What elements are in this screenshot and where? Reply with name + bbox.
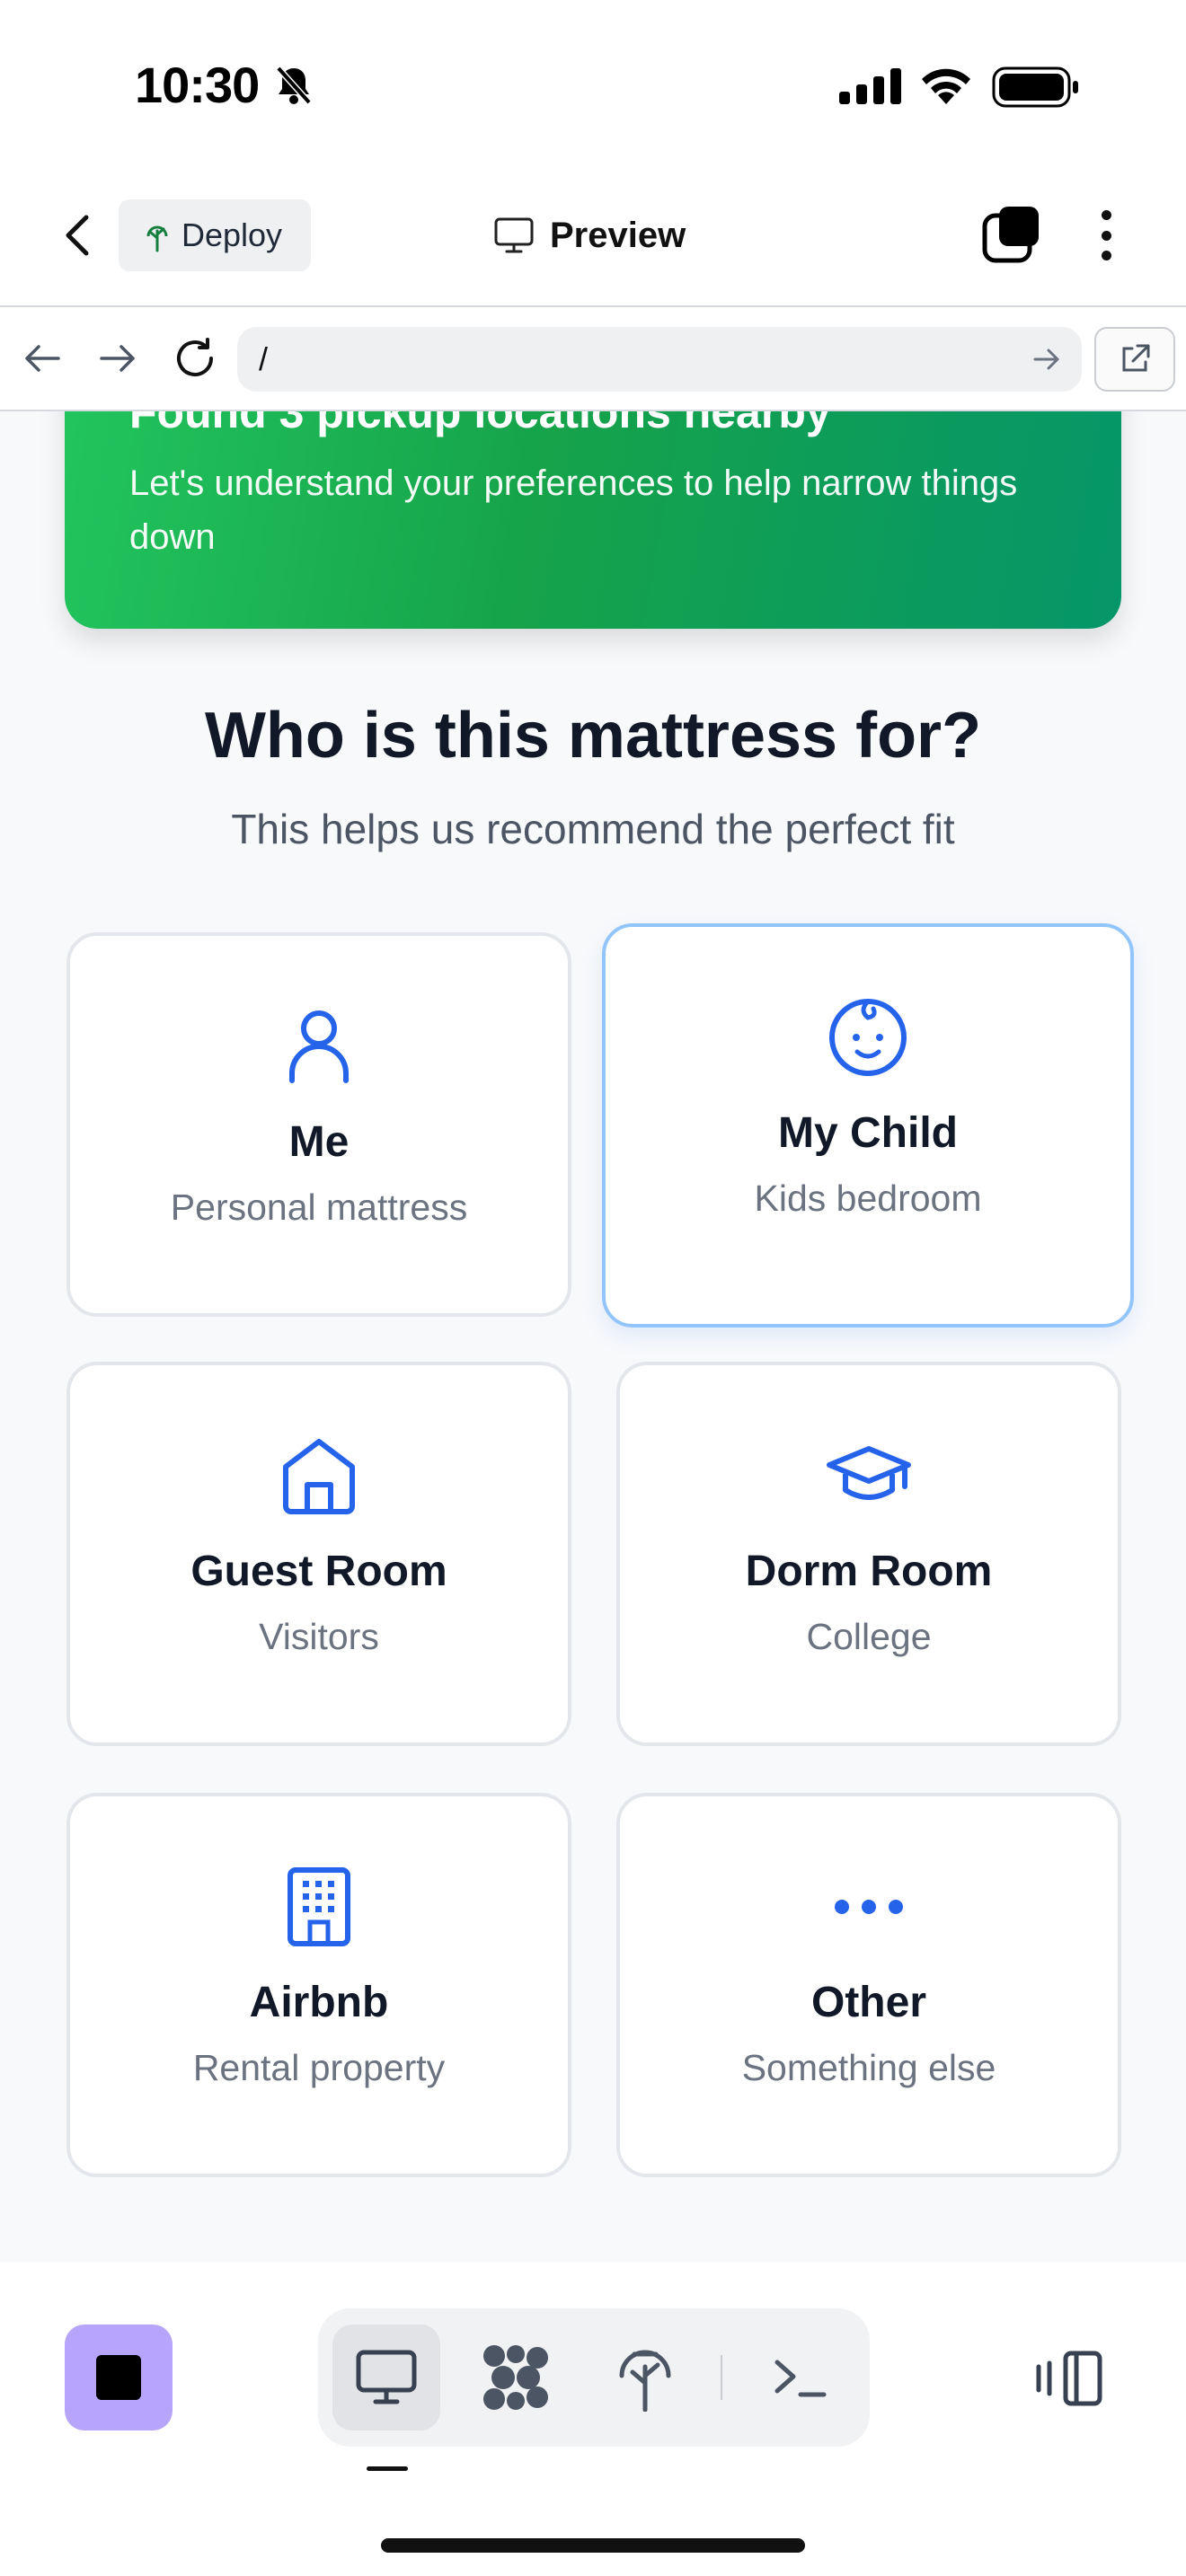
- preview-tool-button[interactable]: [332, 2325, 440, 2430]
- browser-back-button[interactable]: [16, 332, 68, 384]
- option-subtitle: Rental property: [192, 2047, 446, 2088]
- house-icon: [280, 1435, 358, 1516]
- question-title: Who is this mattress for?: [204, 700, 982, 772]
- status-clock: 10:30: [135, 57, 260, 113]
- stop-square-icon: [96, 2355, 141, 2400]
- option-title: Me: [288, 1118, 350, 1166]
- wifi-icon: [918, 65, 974, 110]
- question-subtitle: This helps us recommend the perfect fit: [231, 806, 955, 852]
- option-card-dorm-room[interactable]: Dorm Room College: [616, 1362, 1121, 1746]
- option-title: Dorm Room: [745, 1548, 993, 1595]
- puzzle-cluster-icon: [483, 2345, 548, 2410]
- page-content: Found 3 pickup locations nearby Let's un…: [0, 411, 1186, 2262]
- go-arrow-icon[interactable]: [1033, 348, 1060, 371]
- preview-title: Preview: [494, 208, 686, 262]
- option-subtitle: Kids bedroom: [754, 1178, 982, 1219]
- reload-icon: [177, 338, 213, 377]
- tool-divider: [721, 2355, 722, 2400]
- option-subtitle: Something else: [741, 2047, 996, 2088]
- url-field[interactable]: /: [237, 327, 1082, 392]
- tabs-button[interactable]: [981, 205, 1042, 266]
- pickup-banner: Found 3 pickup locations nearby Let's un…: [65, 411, 1121, 629]
- preview-title-text: Preview: [550, 215, 686, 255]
- building-icon: [287, 1866, 351, 1947]
- cellular-signal-icon: [839, 68, 902, 109]
- option-title: Airbnb: [249, 1979, 389, 2026]
- banner-title: Found 3 pickup locations nearby: [129, 411, 831, 437]
- person-icon: [287, 1006, 351, 1087]
- terminal-icon: [774, 2360, 827, 2397]
- option-title: Other: [810, 1979, 926, 2026]
- terminal-tool-button[interactable]: [746, 2325, 854, 2430]
- ellipsis-icon: [833, 1866, 905, 1947]
- battery-icon: [992, 66, 1080, 112]
- chevron-left-icon: [66, 215, 89, 256]
- deploy-tool-button[interactable]: [591, 2325, 699, 2430]
- reload-button[interactable]: [169, 332, 221, 384]
- deploy-button[interactable]: Deploy: [119, 199, 311, 271]
- option-title: Guest Room: [190, 1548, 447, 1595]
- stop-button[interactable]: [65, 2325, 173, 2430]
- bell-off-icon: [275, 65, 313, 110]
- open-external-button[interactable]: [1094, 327, 1175, 392]
- active-tool-indicator: [367, 2466, 408, 2471]
- external-link-icon: [1122, 344, 1150, 372]
- deploy-label: Deploy: [181, 216, 283, 253]
- extensions-tool-button[interactable]: [462, 2325, 570, 2430]
- option-card-other[interactable]: Other Something else: [616, 1793, 1121, 2177]
- arrow-left-icon: [25, 345, 60, 372]
- option-card-my-child[interactable]: My Child Kids bedroom: [602, 923, 1134, 1328]
- deploy-tree-icon: [146, 225, 168, 252]
- option-card-airbnb[interactable]: Airbnb Rental property: [66, 1793, 571, 2177]
- monitor-icon: [356, 2350, 417, 2404]
- more-dot: [1101, 230, 1111, 241]
- panel-toggle-icon: [1036, 2351, 1102, 2406]
- panel-toggle-button[interactable]: [1033, 2344, 1105, 2413]
- more-options-button[interactable]: [1085, 205, 1127, 266]
- graduation-cap-icon: [826, 1435, 912, 1516]
- monitor-icon: [494, 217, 534, 253]
- option-subtitle: Visitors: [259, 1616, 379, 1657]
- more-dot: [1101, 251, 1111, 260]
- arrow-right-icon: [100, 345, 135, 372]
- home-indicator: [381, 2538, 805, 2553]
- option-title: My Child: [778, 1109, 958, 1157]
- url-text: /: [259, 340, 269, 377]
- baby-icon: [827, 997, 909, 1078]
- tabs-icon: [982, 207, 1039, 263]
- option-card-guest-room[interactable]: Guest Room Visitors: [66, 1362, 571, 1746]
- option-card-me[interactable]: Me Personal mattress: [66, 932, 571, 1317]
- banner-subtitle: Let's understand your preferences to hel…: [129, 463, 1018, 557]
- more-dot: [1101, 210, 1111, 220]
- option-subtitle: Personal mattress: [170, 1187, 468, 1228]
- option-subtitle: College: [806, 1616, 932, 1657]
- deploy-tree-icon: [619, 2350, 671, 2412]
- back-button[interactable]: [54, 208, 99, 262]
- browser-forward-button[interactable]: [92, 332, 144, 384]
